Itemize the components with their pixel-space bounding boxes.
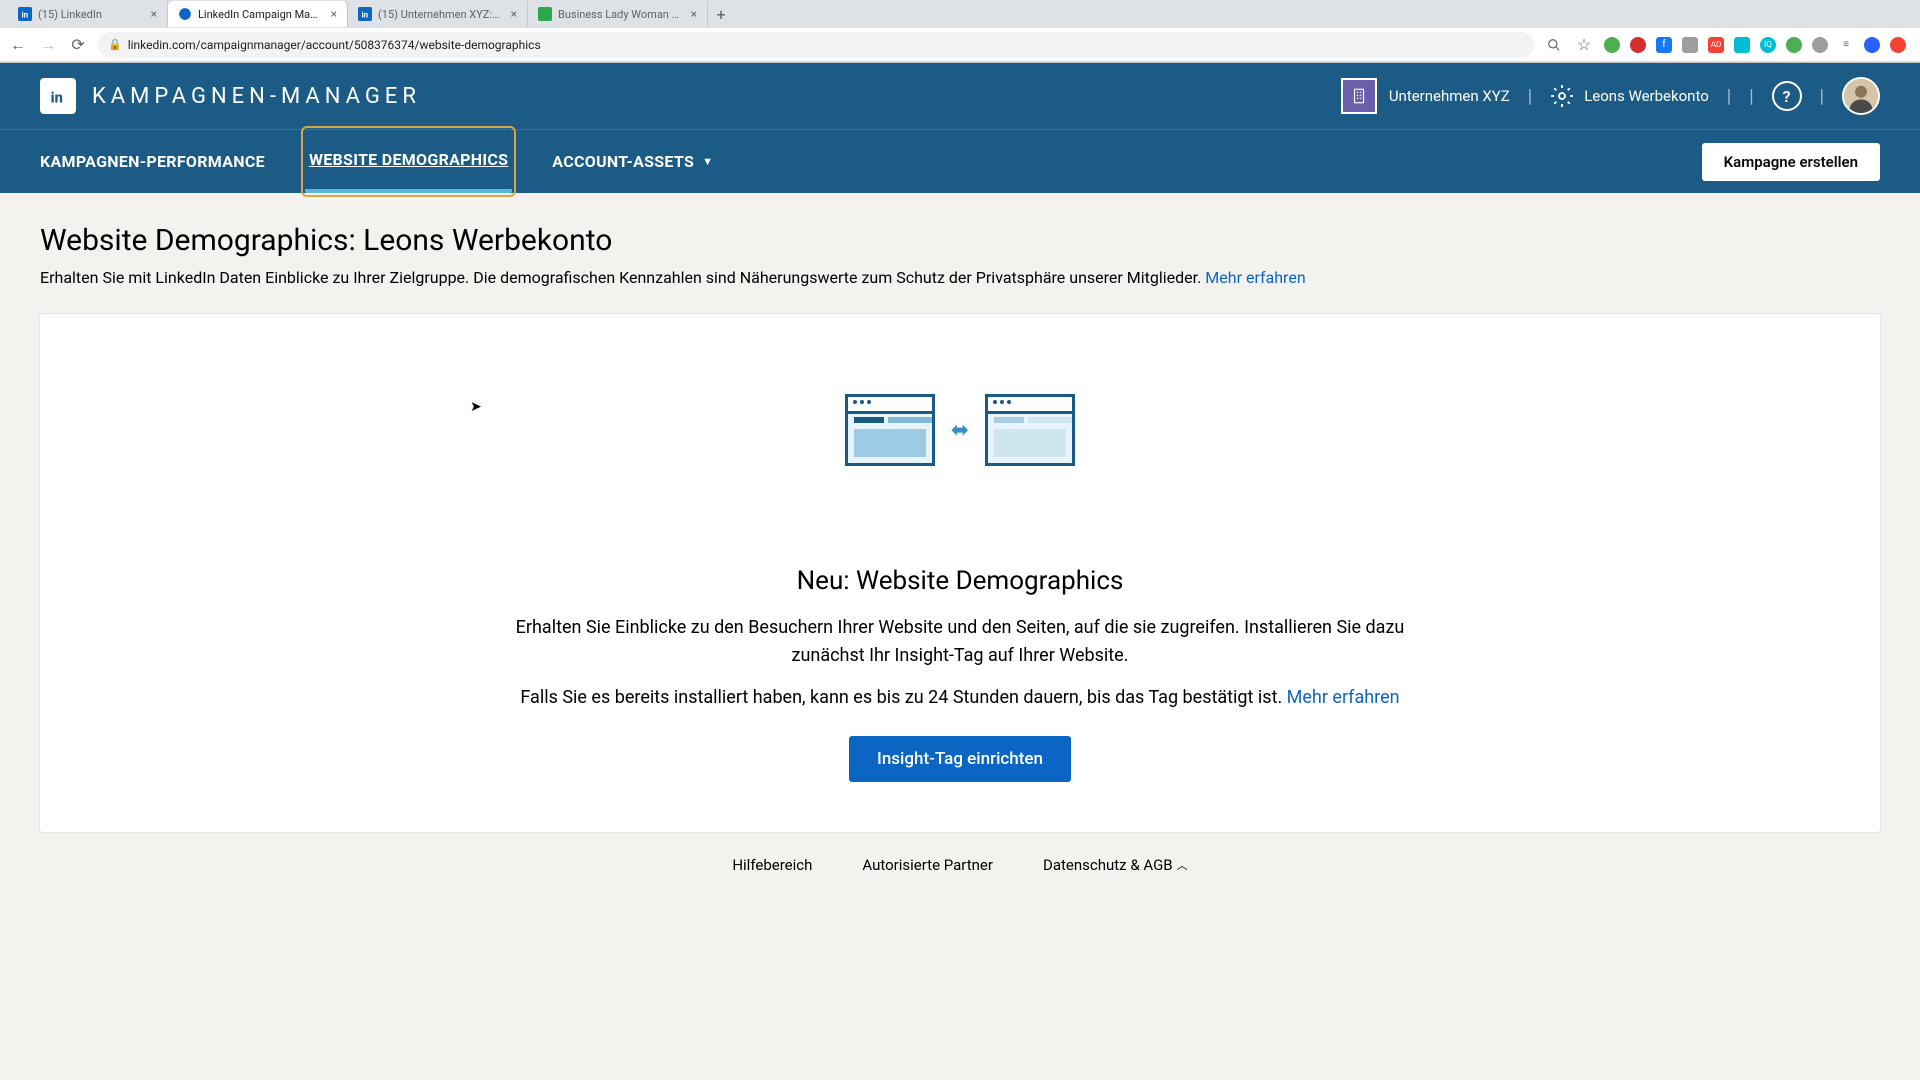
- account-settings[interactable]: Leons Werbekonto: [1550, 84, 1709, 108]
- browser-tab[interactable]: Business Lady Woman - Free ×: [528, 1, 708, 27]
- footer-label: Datenschutz & AGB: [1043, 856, 1173, 874]
- linkedin-icon: [178, 7, 192, 21]
- organization-selector[interactable]: Unternehmen XYZ: [1341, 78, 1510, 114]
- page-content: Website Demographics: Leons Werbekonto E…: [0, 193, 1920, 928]
- ext-icon[interactable]: f: [1656, 37, 1672, 53]
- tab-demographics[interactable]: WEBSITE DEMOGRAPHICS: [305, 130, 512, 193]
- ext-icon[interactable]: [1890, 37, 1906, 53]
- cursor-icon: ➤: [470, 399, 482, 415]
- close-icon[interactable]: ×: [691, 7, 697, 21]
- ext-icon[interactable]: IQ: [1760, 37, 1776, 53]
- new-tab-button[interactable]: +: [708, 1, 734, 27]
- forward-button[interactable]: →: [38, 35, 58, 55]
- close-icon[interactable]: ×: [511, 7, 517, 21]
- tab-title: (15) LinkedIn: [38, 8, 141, 21]
- ext-icon[interactable]: [1812, 37, 1828, 53]
- close-icon[interactable]: ×: [331, 7, 337, 21]
- nav-label: ACCOUNT-ASSETS: [552, 152, 694, 171]
- linkedin-icon: in: [358, 7, 372, 21]
- nav-label: WEBSITE DEMOGRAPHICS: [309, 150, 508, 169]
- url-text: linkedin.com/campaignmanager/account/508…: [128, 38, 541, 52]
- browser-window-icon: [845, 394, 935, 466]
- divider: |: [1749, 86, 1753, 107]
- footer-privacy[interactable]: Datenschutz & AGB︿: [1043, 856, 1188, 874]
- svg-text:in: in: [362, 10, 369, 20]
- org-name: Unternehmen XYZ: [1389, 87, 1510, 105]
- divider: |: [1528, 86, 1532, 107]
- ext-icon[interactable]: [1786, 37, 1802, 53]
- svg-text:in: in: [22, 10, 29, 20]
- setup-insight-tag-button[interactable]: Insight-Tag einrichten: [849, 736, 1071, 782]
- help-button[interactable]: ?: [1772, 81, 1802, 111]
- footer: Hilfebereich Autorisierte Partner Datens…: [40, 832, 1880, 898]
- linkedin-icon: in: [18, 7, 32, 21]
- brand-text: KAMPAGNEN-MANAGER: [92, 84, 421, 109]
- chevron-down-icon: ▼: [702, 155, 713, 168]
- chevron-up-icon: ︿: [1177, 857, 1188, 873]
- learn-more-link[interactable]: Mehr erfahren: [1287, 687, 1400, 708]
- ext-icon[interactable]: [1630, 37, 1646, 53]
- address-bar[interactable]: 🔒 linkedin.com/campaignmanager/account/5…: [98, 32, 1534, 58]
- tab-strip: in (15) LinkedIn × LinkedIn Campaign Man…: [0, 0, 1920, 28]
- sync-arrow-icon: ⬌: [951, 418, 969, 443]
- account-name: Leons Werbekonto: [1584, 87, 1709, 105]
- ext-icon[interactable]: AD: [1708, 37, 1724, 53]
- lock-icon: 🔒: [108, 38, 122, 51]
- card-heading: Neu: Website Demographics: [80, 566, 1840, 596]
- card-paragraph: Erhalten Sie Einblicke zu den Besuchern …: [510, 614, 1410, 670]
- app-header: in KAMPAGNEN-MANAGER Unternehmen XYZ | L…: [0, 63, 1920, 193]
- ext-icon[interactable]: ≡: [1838, 37, 1854, 53]
- learn-more-link[interactable]: Mehr erfahren: [1205, 268, 1305, 287]
- brand[interactable]: in KAMPAGNEN-MANAGER: [40, 78, 421, 114]
- ext-icon[interactable]: [1682, 37, 1698, 53]
- ext-icon[interactable]: [1604, 37, 1620, 53]
- create-campaign-button[interactable]: Kampagne erstellen: [1702, 143, 1880, 181]
- subtitle-text: Erhalten Sie mit LinkedIn Daten Einblick…: [40, 268, 1205, 287]
- browser-tab[interactable]: in (15) Unternehmen XYZ: Admin ×: [348, 1, 528, 27]
- browser-tab[interactable]: in (15) LinkedIn ×: [8, 1, 168, 27]
- page-title: Website Demographics: Leons Werbekonto: [40, 223, 1880, 258]
- browser-toolbar: ← → ⟳ 🔒 linkedin.com/campaignmanager/acc…: [0, 28, 1920, 62]
- card-paragraph: Falls Sie es bereits installiert haben, …: [510, 684, 1410, 712]
- reload-button[interactable]: ⟳: [68, 35, 88, 55]
- tab-title: Business Lady Woman - Free: [558, 8, 681, 21]
- tab-assets[interactable]: ACCOUNT-ASSETS ▼: [552, 130, 713, 193]
- ext-icon[interactable]: [1734, 37, 1750, 53]
- close-icon[interactable]: ×: [151, 7, 157, 21]
- footer-help[interactable]: Hilfebereich: [732, 856, 812, 874]
- linkedin-logo-icon: in: [40, 78, 76, 114]
- nav-label: KAMPAGNEN-PERFORMANCE: [40, 152, 265, 171]
- pixabay-icon: [538, 7, 552, 21]
- avatar[interactable]: [1842, 77, 1880, 115]
- browser-chrome: in (15) LinkedIn × LinkedIn Campaign Man…: [0, 0, 1920, 63]
- gear-icon: [1550, 84, 1574, 108]
- browser-tab-active[interactable]: LinkedIn Campaign Manager ×: [168, 1, 348, 27]
- building-icon: [1341, 78, 1377, 114]
- search-icon[interactable]: [1544, 35, 1564, 55]
- svg-text:in: in: [51, 88, 63, 106]
- star-icon[interactable]: ☆: [1574, 35, 1594, 55]
- paragraph-text: Falls Sie es bereits installiert haben, …: [520, 687, 1286, 708]
- extension-icons: f AD IQ ≡: [1604, 37, 1912, 53]
- footer-partners[interactable]: Autorisierte Partner: [862, 856, 993, 874]
- ext-icon[interactable]: [1864, 37, 1880, 53]
- page-subtitle: Erhalten Sie mit LinkedIn Daten Einblick…: [40, 266, 1880, 290]
- tab-title: LinkedIn Campaign Manager: [198, 8, 321, 21]
- illustration: ⬌: [80, 394, 1840, 466]
- empty-state-card: ➤ ⬌ Neu: Website Demographics Erhalten S…: [40, 314, 1880, 832]
- divider: |: [1727, 86, 1731, 107]
- back-button[interactable]: ←: [8, 35, 28, 55]
- tab-performance[interactable]: KAMPAGNEN-PERFORMANCE: [40, 130, 265, 193]
- divider: |: [1820, 86, 1824, 107]
- tab-title: (15) Unternehmen XYZ: Admin: [378, 8, 501, 21]
- browser-window-icon: [985, 394, 1075, 466]
